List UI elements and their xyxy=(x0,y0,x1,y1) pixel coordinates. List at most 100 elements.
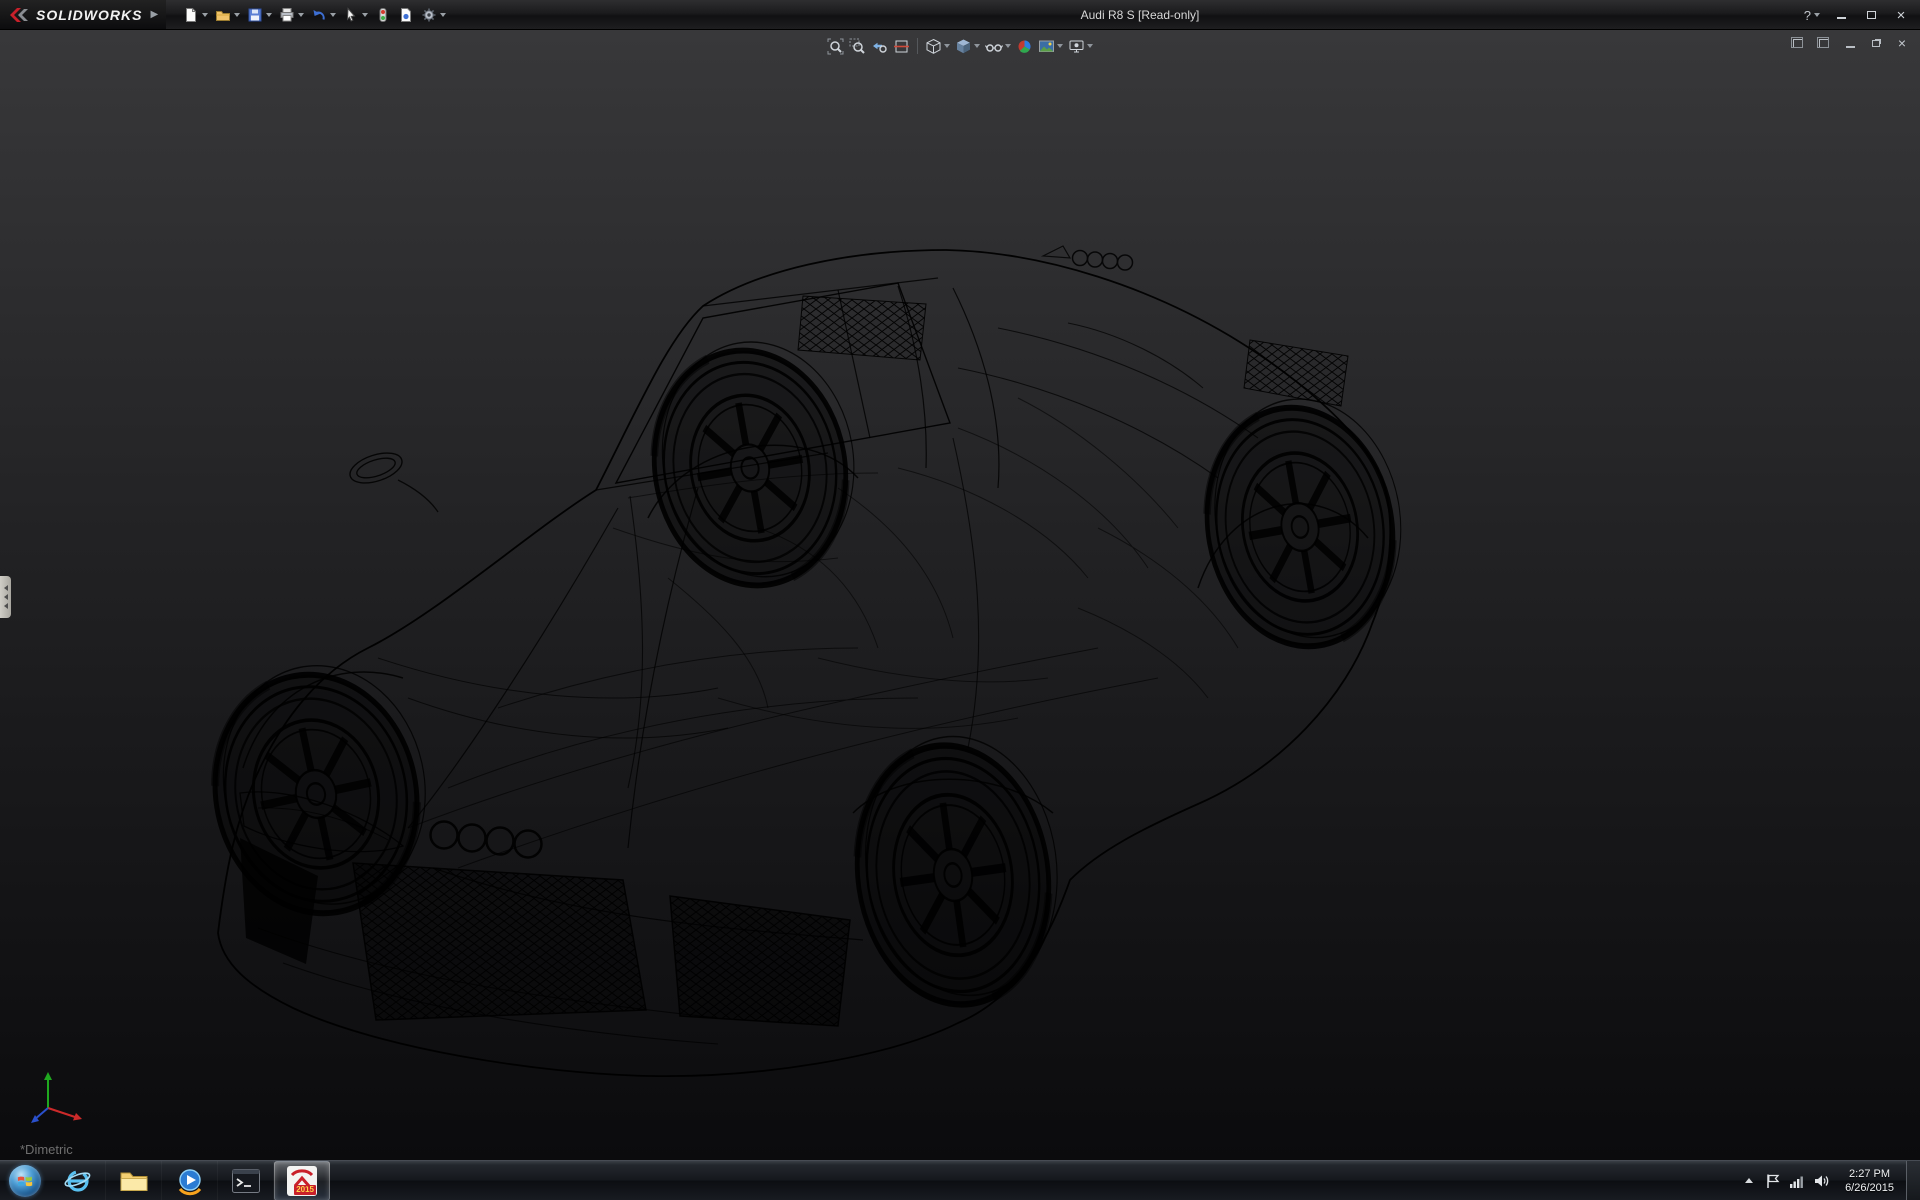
system-tray: 2:27 PM 6/26/2015 xyxy=(1737,1161,1920,1200)
solidworks-logo-icon xyxy=(8,5,30,25)
minimize-button[interactable] xyxy=(1828,5,1854,25)
maximize-icon xyxy=(1867,11,1876,19)
close-button[interactable]: × xyxy=(1888,5,1914,25)
dropdown-caret-icon[interactable] xyxy=(202,13,208,17)
dropdown-caret-icon[interactable] xyxy=(440,13,446,17)
view-orientation-button[interactable] xyxy=(923,35,952,57)
taskbar-item-windows-explorer[interactable] xyxy=(106,1161,162,1200)
zoom-to-area-button[interactable] xyxy=(847,35,868,57)
quick-access-toolbar xyxy=(180,3,449,27)
solidworks-logo: SOLIDWORKS ▶ xyxy=(0,0,166,29)
taskbar-item-internet-explorer[interactable] xyxy=(50,1161,106,1200)
view-settings-button[interactable] xyxy=(1066,35,1095,57)
dropdown-caret-icon[interactable] xyxy=(234,13,240,17)
view-orientation-label: *Dimetric xyxy=(20,1142,73,1157)
display-style-icon xyxy=(955,38,972,55)
folder-icon xyxy=(119,1168,149,1194)
graphics-viewport[interactable]: × xyxy=(0,30,1920,1160)
reference-triad[interactable] xyxy=(26,1066,90,1130)
undo-button[interactable] xyxy=(308,3,339,27)
taskbar: 2015 xyxy=(0,1160,1920,1200)
brand-name: SOLIDWORKS xyxy=(36,7,142,23)
minimize-icon xyxy=(1837,17,1846,19)
speaker-icon xyxy=(1813,1173,1829,1189)
menu-expand-chevron-icon[interactable]: ▶ xyxy=(150,9,158,20)
print-icon xyxy=(279,7,295,23)
zoom-to-fit-button[interactable] xyxy=(825,35,846,57)
taskbar-item-solidworks[interactable]: 2015 xyxy=(274,1161,330,1200)
previous-view-button[interactable] xyxy=(869,35,890,57)
dropdown-caret-icon[interactable] xyxy=(1087,44,1093,48)
chevron-up-icon xyxy=(1745,1178,1753,1183)
new-document-button[interactable] xyxy=(180,3,211,27)
zoom-to-area-icon xyxy=(849,38,866,55)
edit-appearance-button[interactable] xyxy=(1014,35,1035,57)
display-style-button[interactable] xyxy=(953,35,982,57)
network-button[interactable] xyxy=(1785,1161,1809,1200)
section-view-icon xyxy=(893,38,910,55)
select-cursor-icon xyxy=(343,7,359,23)
window-pane-icon xyxy=(1819,39,1829,48)
windows-start-orb-icon xyxy=(9,1165,41,1197)
titlebar-controls: ? × xyxy=(1800,0,1914,30)
view-orientation-icon xyxy=(925,38,942,55)
dropdown-caret-icon[interactable] xyxy=(1005,44,1011,48)
volume-button[interactable] xyxy=(1809,1161,1833,1200)
network-signal-icon xyxy=(1789,1173,1805,1189)
rebuild-icon xyxy=(375,7,391,23)
window-pane-icon xyxy=(1793,39,1803,48)
previous-view-icon xyxy=(871,38,888,55)
show-desktop-button[interactable] xyxy=(1906,1161,1920,1200)
show-hidden-icons-button[interactable] xyxy=(1737,1161,1761,1200)
dropdown-caret-icon[interactable] xyxy=(1814,13,1820,17)
doc-new-window-button[interactable] xyxy=(1788,34,1808,52)
dropdown-caret-icon[interactable] xyxy=(1057,44,1063,48)
save-button[interactable] xyxy=(244,3,275,27)
audi-rings xyxy=(431,822,542,858)
options-button[interactable] xyxy=(418,3,449,27)
taskbar-item-command-prompt[interactable] xyxy=(218,1161,274,1200)
view-settings-icon xyxy=(1068,38,1085,55)
restore-icon xyxy=(1872,40,1880,47)
media-player-icon xyxy=(175,1166,205,1196)
dropdown-caret-icon[interactable] xyxy=(362,13,368,17)
rebuild-button[interactable] xyxy=(372,3,394,27)
section-view-button[interactable] xyxy=(891,35,912,57)
file-properties-button[interactable] xyxy=(395,3,417,27)
zoom-to-fit-icon xyxy=(827,38,844,55)
open-button[interactable] xyxy=(212,3,243,27)
app-window: SOLIDWORKS ▶ xyxy=(0,0,1920,1200)
car-wireframe-model[interactable] xyxy=(198,228,1408,1078)
action-center-button[interactable] xyxy=(1761,1161,1785,1200)
doc-close-button[interactable]: × xyxy=(1892,34,1912,52)
headsup-view-toolbar xyxy=(825,35,1095,57)
chevron-left-icon xyxy=(4,585,8,591)
help-button[interactable]: ? xyxy=(1800,6,1824,25)
dropdown-caret-icon[interactable] xyxy=(266,13,272,17)
print-button[interactable] xyxy=(276,3,307,27)
titlebar: SOLIDWORKS ▶ xyxy=(0,0,1920,30)
doc-minimize-button[interactable] xyxy=(1840,34,1860,52)
feature-panel-collapse-handle[interactable] xyxy=(0,576,11,618)
hide-show-items-button[interactable] xyxy=(983,35,1013,57)
maximize-button[interactable] xyxy=(1858,5,1884,25)
dropdown-caret-icon[interactable] xyxy=(330,13,336,17)
chevron-left-icon xyxy=(4,603,8,609)
help-icon: ? xyxy=(1804,8,1811,23)
save-icon xyxy=(247,7,263,23)
apply-scene-button[interactable] xyxy=(1036,35,1065,57)
open-folder-icon xyxy=(215,7,231,23)
taskbar-clock[interactable]: 2:27 PM 6/26/2015 xyxy=(1833,1161,1906,1200)
dropdown-caret-icon[interactable] xyxy=(944,44,950,48)
doc-cascade-button[interactable] xyxy=(1814,34,1834,52)
dropdown-caret-icon[interactable] xyxy=(974,44,980,48)
dropdown-caret-icon[interactable] xyxy=(298,13,304,17)
minimize-icon xyxy=(1846,46,1855,48)
taskbar-item-media-player[interactable] xyxy=(162,1161,218,1200)
select-button[interactable] xyxy=(340,3,371,27)
chevron-left-icon xyxy=(4,594,8,600)
doc-restore-button[interactable] xyxy=(1866,34,1886,52)
internet-explorer-icon xyxy=(63,1166,93,1196)
solidworks-app-icon: 2015 xyxy=(287,1166,317,1196)
start-button[interactable] xyxy=(0,1161,50,1200)
